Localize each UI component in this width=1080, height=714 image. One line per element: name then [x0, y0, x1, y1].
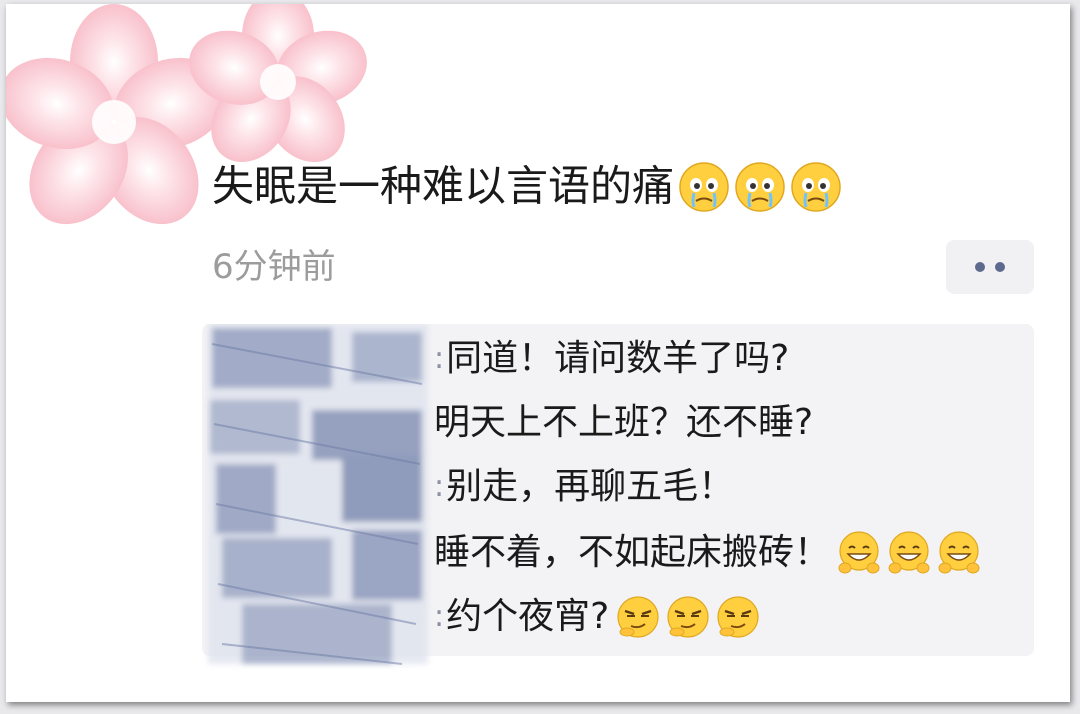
peace-grin-icon — [888, 531, 930, 574]
more-dot-icon — [995, 262, 1005, 272]
smirk-face-icon — [667, 596, 709, 638]
comment-colon: : — [434, 469, 445, 504]
smirk-face-icon — [617, 596, 659, 638]
comment-emoji-row — [615, 594, 761, 640]
more-actions-button[interactable] — [946, 240, 1034, 294]
comment-text: 明天上不上班？还不睡? — [434, 402, 814, 443]
comment-item[interactable]: : 约个夜宵? — [434, 588, 761, 646]
comment-text: 同道！请问数羊了吗? — [446, 338, 790, 379]
comment-text: 别走，再聊五毛！ — [446, 466, 735, 507]
crying-face-icon — [791, 161, 841, 212]
peace-grin-icon — [838, 531, 880, 574]
redacted-names-scribble — [208, 324, 428, 665]
post-text: 失眠是一种难以言语的痛 — [212, 161, 675, 211]
comment-item[interactable]: : 同道！请问数羊了吗? — [434, 330, 789, 388]
comment-item[interactable]: : 别走，再聊五毛！ — [434, 458, 734, 516]
comment-text: 睡不着，不如起床搬砖！ — [434, 532, 831, 573]
comment-colon: : — [434, 341, 445, 376]
comment-text: 约个夜宵? — [446, 596, 610, 637]
smirk-face-icon — [717, 596, 759, 638]
comment-emoji-row — [836, 530, 982, 576]
flower-right — [189, 4, 367, 163]
moments-post-card: 失眠是一种难以言语的痛 6分钟前: 同道！请问数羊了吗? 明天上不上班？还不睡… — [6, 4, 1070, 702]
comments-section: : 同道！请问数羊了吗? 明天上不上班？还不睡? : 别走，再聊五毛！ 睡不着，… — [202, 324, 1034, 665]
comment-item[interactable]: 明天上不上班？还不睡? — [434, 394, 813, 452]
crying-face-icon — [735, 161, 785, 212]
comment-item[interactable]: 睡不着，不如起床搬砖！ — [434, 524, 982, 582]
post-emoji-row — [678, 161, 842, 213]
crying-face-icon — [679, 161, 729, 212]
post-timestamp: 6分钟前 — [212, 247, 336, 287]
comment-colon: : — [434, 599, 445, 634]
post-content: 失眠是一种难以言语的痛 — [212, 154, 842, 217]
peace-grin-icon — [938, 531, 980, 574]
more-dot-icon — [975, 262, 985, 272]
